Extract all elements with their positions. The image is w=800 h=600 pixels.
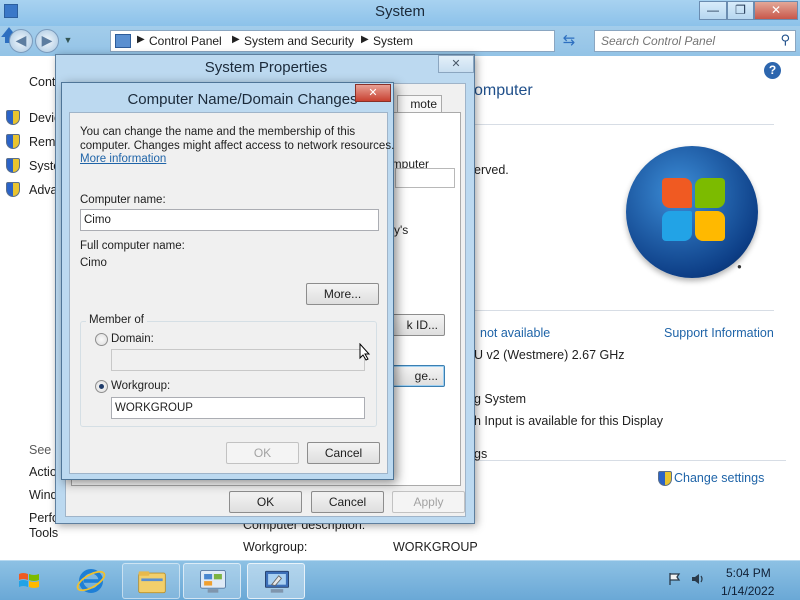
breadcrumb-system-and-security[interactable]: System and Security <box>244 34 354 48</box>
full-computer-name-label: Full computer name: <box>80 240 185 252</box>
internet-explorer-icon <box>76 569 106 593</box>
breadcrumb-system[interactable]: System <box>373 34 413 48</box>
ok-button[interactable]: OK <box>226 442 299 464</box>
shield-icon <box>6 158 20 173</box>
domain-radio[interactable] <box>95 333 108 346</box>
breadcrumb-separator-icon: ▶ <box>137 34 145 45</box>
dialog-close-button[interactable]: ✕ <box>438 55 474 73</box>
address-bar[interactable]: ▶ Control Panel ▶ System and Security ▶ … <box>110 30 661 52</box>
shield-icon <box>6 110 20 125</box>
ok-button[interactable]: OK <box>229 491 302 513</box>
computer-name-settings-heading: gs <box>474 447 488 461</box>
workgroup-label: Workgroup: <box>111 380 171 392</box>
taskbar-system-properties[interactable] <box>247 563 305 599</box>
taskbar-file-explorer[interactable] <box>122 563 180 599</box>
volume-icon[interactable] <box>691 572 705 586</box>
apply-button[interactable]: Apply <box>392 491 465 513</box>
taskbar-control-panel[interactable] <box>183 563 241 599</box>
back-button[interactable]: ◀ <box>9 29 33 53</box>
workgroup-label: Workgroup: <box>243 540 308 554</box>
control-panel-icon <box>200 570 226 593</box>
arrow-right-icon: ▶ <box>41 32 53 48</box>
search-icon[interactable]: ⚲ <box>780 32 790 48</box>
windows-update-link[interactable]: Wind <box>29 488 57 502</box>
windows-start-icon <box>19 573 39 588</box>
trademark-icon: ● <box>737 262 742 271</box>
full-computer-name-value: Cimo <box>80 257 107 269</box>
view-basic-info-heading: omputer <box>474 82 533 99</box>
more-button[interactable]: More... <box>306 283 379 305</box>
rating-not-available-link[interactable]: not available <box>480 326 550 340</box>
domain-label: Domain: <box>111 333 154 345</box>
system-properties-icon <box>265 570 289 593</box>
dialog-title: System Properties <box>204 59 328 76</box>
action-center-link[interactable]: Actio <box>29 465 57 479</box>
search-box[interactable]: ⚲ <box>594 30 796 52</box>
recent-locations-button[interactable]: ▼ <box>63 35 73 45</box>
arrow-left-icon: ◀ <box>15 32 27 48</box>
minimize-button[interactable]: — <box>699 1 727 20</box>
section-divider <box>474 124 774 125</box>
mouse-cursor-icon <box>359 343 371 361</box>
workgroup-input[interactable] <box>111 397 365 419</box>
computer-name-input[interactable] <box>80 209 379 231</box>
advanced-system-settings-link[interactable]: Adva <box>29 183 58 197</box>
computer-description-field[interactable] <box>395 168 455 188</box>
window-title: System <box>374 3 425 20</box>
control-panel-home-link[interactable]: Cont <box>29 75 55 89</box>
section-divider <box>474 310 774 311</box>
windows-logo <box>626 146 758 278</box>
network-id-button[interactable]: k ID... <box>385 314 445 336</box>
search-input[interactable] <box>601 34 776 48</box>
shield-icon <box>6 182 20 197</box>
tab-remote[interactable]: mote <box>397 95 442 113</box>
navigation-bar: ◀ ▶ ▼ 🡅 ▶ Control Panel ▶ System and Sec… <box>0 26 800 56</box>
intro-text-line-2: computer. Changes might affect access to… <box>80 140 395 152</box>
left-task-pane: Cont Devic Remo Syste Adva See a Actio W… <box>0 56 62 560</box>
workgroup-radio[interactable] <box>95 380 108 393</box>
pen-touch-value: h Input is available for this Display <box>474 414 663 428</box>
breadcrumb-separator-icon: ▶ <box>361 34 369 45</box>
cancel-button[interactable]: Cancel <box>311 491 384 513</box>
domain-input[interactable] <box>111 349 365 371</box>
start-button[interactable] <box>4 563 54 599</box>
intro-text-line-1: You can change the name and the membersh… <box>80 126 356 138</box>
performance-tools-link[interactable]: Tools <box>29 526 58 540</box>
copyright-text: erved. <box>474 163 509 177</box>
breadcrumb-control-panel[interactable]: Control Panel <box>149 34 222 48</box>
system-type-value: g System <box>474 392 527 406</box>
change-settings-link[interactable]: Change settings <box>674 471 764 485</box>
action-center-flag-icon[interactable] <box>668 572 682 586</box>
workgroup-value: WORKGROUP <box>393 540 478 554</box>
breadcrumb-separator-icon: ▶ <box>232 34 240 45</box>
dialog-title: Computer Name/Domain Changes <box>127 91 358 108</box>
clock-date[interactable]: 1/14/2022 <box>721 584 774 598</box>
more-information-link[interactable]: More information <box>80 153 166 165</box>
support-information-link[interactable]: Support Information <box>664 326 774 340</box>
clock-time[interactable]: 5:04 PM <box>726 566 771 580</box>
shield-icon <box>6 134 20 149</box>
dialog-body: You can change the name and the membersh… <box>69 112 394 474</box>
refresh-icon: ⇆ <box>562 32 576 49</box>
forward-button[interactable]: ▶ <box>35 29 59 53</box>
help-icon[interactable]: ? <box>764 62 781 79</box>
title-bar: System — ❐ ✕ <box>0 0 800 26</box>
cancel-button[interactable]: Cancel <box>307 442 380 464</box>
control-panel-icon <box>115 34 131 48</box>
section-divider <box>474 460 786 461</box>
chevron-down-icon: ▼ <box>63 35 73 45</box>
processor-value: U v2 (Westmere) 2.67 GHz <box>474 348 625 362</box>
computer-name-label: Computer name: <box>80 194 166 206</box>
shield-icon <box>658 471 672 486</box>
folder-icon <box>138 571 166 594</box>
dialog-close-button[interactable]: ✕ <box>355 84 391 102</box>
taskbar-internet-explorer[interactable] <box>62 563 120 599</box>
computer-name-domain-changes-dialog: Computer Name/Domain Changes ✕ You can c… <box>61 82 394 480</box>
refresh-button[interactable]: ⇆ <box>557 30 581 52</box>
member-of-label: Member of <box>86 314 147 326</box>
close-button[interactable]: ✕ <box>754 1 798 20</box>
change-button[interactable]: ge... <box>385 365 445 387</box>
maximize-button[interactable]: ❐ <box>727 1 754 20</box>
